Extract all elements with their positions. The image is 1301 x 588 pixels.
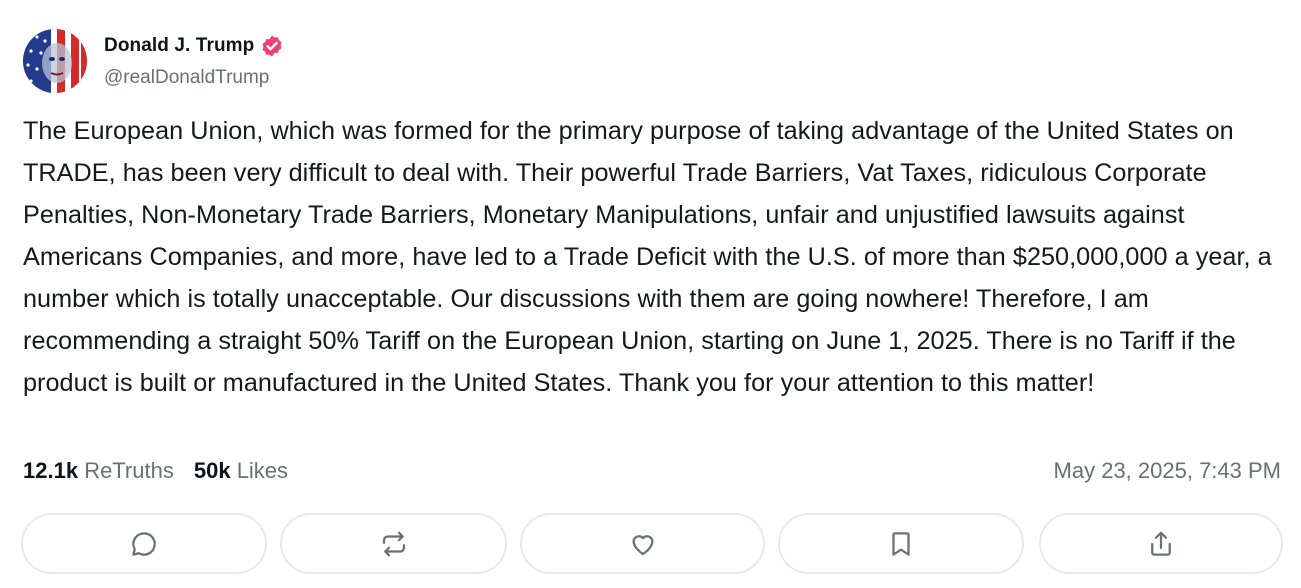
avatar[interactable] [23,29,87,93]
avatar-image [23,29,87,93]
post-timestamp[interactable]: May 23, 2025, 7:43 PM [1054,458,1281,484]
author-name[interactable]: Donald J. Trump [104,35,254,57]
retruth-icon [382,531,405,556]
likes-count: 50k [193,458,231,483]
author-name-row: Donald J. Trump [104,34,284,58]
bookmark-button[interactable] [778,513,1024,574]
post-text: The European Union, which was formed for… [23,117,1272,397]
like-icon [632,534,653,555]
retruths-stat[interactable]: 12.1k ReTruths [23,458,174,484]
post-stats: 12.1k ReTruths 50k Likes [23,458,288,484]
author-handle[interactable]: @realDonaldTrump [104,67,269,89]
retruths-label: ReTruths [84,458,174,483]
action-bar [21,513,1283,576]
share-icon [1151,531,1171,556]
bookmark-icon [892,531,910,556]
likes-stat[interactable]: 50k Likes [194,458,288,484]
retruth-button[interactable] [280,513,507,574]
likes-label: Likes [236,458,289,483]
like-button[interactable] [520,513,765,574]
verified-badge-icon [260,34,284,58]
reply-button[interactable] [21,513,267,574]
share-button[interactable] [1039,513,1283,574]
reply-icon [132,531,156,556]
retruths-count: 12.1k [23,458,79,483]
